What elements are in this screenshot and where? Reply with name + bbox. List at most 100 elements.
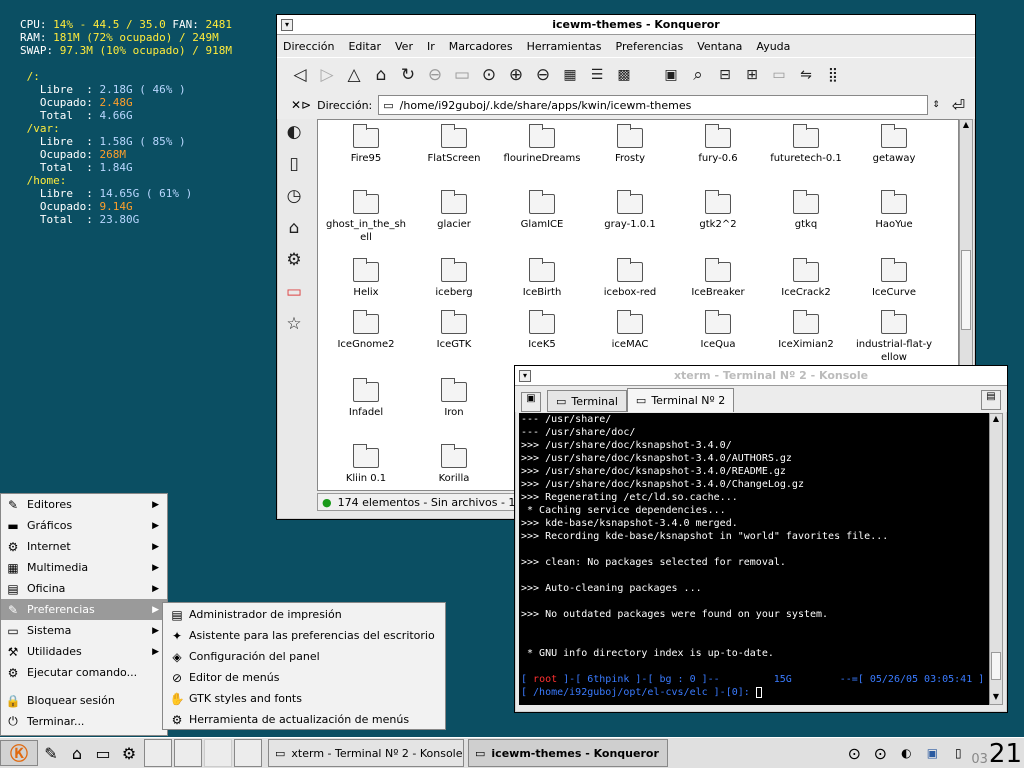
scroll-down-icon[interactable]: ▼ xyxy=(990,692,1002,704)
file-item[interactable]: IceGnome2 xyxy=(322,308,410,351)
desktop-4[interactable] xyxy=(234,739,262,767)
file-item[interactable]: futuretech-0.1 xyxy=(762,122,850,165)
file-item[interactable]: Infadel xyxy=(322,376,410,419)
scroll-up-icon[interactable]: ▲ xyxy=(960,120,972,132)
file-item[interactable]: Fire95 xyxy=(322,122,410,165)
submenu-item[interactable]: ◈ Configuración del panel xyxy=(163,646,445,667)
menu-ventana[interactable]: Ventana xyxy=(697,40,742,53)
file-item[interactable]: industrial-flat-yellow xyxy=(850,308,938,364)
desktop-1[interactable] xyxy=(144,739,172,767)
zoom-out-icon[interactable]: ⊖ xyxy=(532,64,554,86)
file-item[interactable]: glacier xyxy=(410,188,498,231)
find-icon[interactable]: ⌕ xyxy=(687,64,709,86)
menu-dirección[interactable]: Dirección xyxy=(283,40,334,53)
editor-launcher-icon[interactable]: ✎ xyxy=(38,740,64,766)
submenu-item[interactable]: ✦ Asistente para las preferencias del esc… xyxy=(163,625,445,646)
clock[interactable]: 03 21 xyxy=(971,739,1022,767)
home-icon[interactable]: ⌂ xyxy=(370,64,392,86)
target-icon[interactable]: ⊙ xyxy=(478,64,500,86)
file-item[interactable]: iceberg xyxy=(410,256,498,299)
browser-launcher-icon[interactable]: ⚙ xyxy=(116,740,142,766)
menu-editar[interactable]: Editar xyxy=(348,40,381,53)
start-menu-item-internet[interactable]: ⚙ Internet ▶ xyxy=(1,536,167,557)
file-item[interactable]: Helix xyxy=(322,256,410,299)
sidebar-trash-icon[interactable]: ▯ xyxy=(283,153,305,175)
print-icon[interactable]: ▭ xyxy=(451,64,473,86)
sidebar-bookmarks-icon[interactable]: ☆ xyxy=(283,313,305,335)
up-icon[interactable]: △ xyxy=(343,64,365,86)
forward-icon[interactable]: ▷ xyxy=(316,64,338,86)
close-session-icon[interactable]: ▤ xyxy=(981,390,1001,410)
start-button[interactable]: Ⓚ xyxy=(0,740,38,766)
start-menu-item-utilidades[interactable]: ⚒ Utilidades ▶ xyxy=(1,641,167,662)
new-session-icon[interactable]: ▣ xyxy=(521,392,541,412)
file-item[interactable]: HaoYue xyxy=(850,188,938,231)
start-menu-item-editores[interactable]: ✎ Editores ▶ xyxy=(1,494,167,515)
menu-ir[interactable]: Ir xyxy=(427,40,435,53)
tray-media-icon[interactable]: ⊙ xyxy=(867,740,893,766)
start-menu-item-multimedia[interactable]: ▦ Multimedia ▶ xyxy=(1,557,167,578)
sidebar-clock-icon[interactable]: ◷ xyxy=(283,185,305,207)
preview-icon[interactable]: ▩ xyxy=(613,64,635,86)
submenu-item[interactable]: ⊘ Editor de menús xyxy=(163,667,445,688)
sidebar-icon[interactable]: ▣ xyxy=(660,64,682,86)
home-launcher-icon[interactable]: ⌂ xyxy=(64,740,90,766)
file-item[interactable]: Korilla xyxy=(410,442,498,485)
split-horizontal-icon[interactable]: ⊟ xyxy=(714,64,736,86)
desktop-2[interactable] xyxy=(174,739,202,767)
submenu-item[interactable]: ⚙ Herramienta de actualización de menús xyxy=(163,709,445,730)
file-item[interactable]: IceK5 xyxy=(498,308,586,351)
file-item[interactable]: gtk2^2 xyxy=(674,188,762,231)
terminal-scrollbar[interactable]: ▲ ▼ xyxy=(989,413,1003,705)
tray-network-icon[interactable]: ▣ xyxy=(919,740,945,766)
address-dropdown-icon[interactable]: ⇕ xyxy=(932,100,940,110)
file-item[interactable]: flourineDreams xyxy=(498,122,586,165)
terminal-output[interactable]: --- /usr/share/ --- /usr/share/doc/ >>> /u… xyxy=(519,413,989,705)
sidebar-folder-icon[interactable]: ▭ xyxy=(283,281,305,303)
file-item[interactable]: IceBirth xyxy=(498,256,586,299)
file-item[interactable]: Frosty xyxy=(586,122,674,165)
scroll-thumb[interactable] xyxy=(961,250,971,330)
detail-view-icon[interactable]: ☰ xyxy=(586,64,608,86)
menu-marcadores[interactable]: Marcadores xyxy=(449,40,513,53)
start-menu-item-gráficos[interactable]: ▬ Gráficos ▶ xyxy=(1,515,167,536)
scroll-thumb[interactable] xyxy=(991,652,1001,680)
window-menu-button[interactable]: ▾ xyxy=(281,18,293,31)
file-item[interactable]: gtkq xyxy=(762,188,850,231)
start-menu-item-preferencias[interactable]: ✎ Preferencias ▶ xyxy=(1,599,167,620)
start-menu-item-sistema[interactable]: ▭ Sistema ▶ xyxy=(1,620,167,641)
tray-sound-icon[interactable]: ⊙ xyxy=(841,740,867,766)
menu-preferencias[interactable]: Preferencias xyxy=(616,40,684,53)
sidebar-network-icon[interactable]: ⚙ xyxy=(283,249,305,271)
desktop-3[interactable] xyxy=(204,739,232,767)
terminal-launcher-icon[interactable]: ▭ xyxy=(90,740,116,766)
tab-terminal[interactable]: ▭ Terminal xyxy=(547,390,627,412)
stop-icon[interactable]: ⊖ xyxy=(424,64,446,86)
file-item[interactable]: IceCurve xyxy=(850,256,938,299)
file-item[interactable]: icebox-red xyxy=(586,256,674,299)
file-item[interactable]: GlamICE xyxy=(498,188,586,231)
network-activity-icon[interactable]: ⇋ xyxy=(795,64,817,86)
konsole-titlebar[interactable]: ▾ xterm - Terminal Nº 2 - Konsole xyxy=(515,366,1007,386)
submenu-item[interactable]: ✋ GTK styles and fonts xyxy=(163,688,445,709)
file-item[interactable]: IceQua xyxy=(674,308,762,351)
start-menu-item-bloquear-sesión[interactable]: 🔒 Bloquear sesión xyxy=(1,690,167,711)
scroll-up-icon[interactable]: ▲ xyxy=(990,414,1002,426)
file-item[interactable]: IceBreaker xyxy=(674,256,762,299)
split-vertical-icon[interactable]: ⊞ xyxy=(741,64,763,86)
start-menu-item-terminar[interactable]: ⏻ Terminar... xyxy=(1,711,167,732)
file-item[interactable]: gray-1.0.1 xyxy=(586,188,674,231)
back-icon[interactable]: ◁ xyxy=(289,64,311,86)
file-item[interactable]: getaway xyxy=(850,122,938,165)
task-button[interactable]: ▭ xterm - Terminal Nº 2 - Konsole xyxy=(268,739,464,767)
prompt-input-line[interactable]: [ /home/i92guboj/opt/el-cvs/elc ]-[0]: xyxy=(521,686,987,699)
window-menu-button[interactable]: ▾ xyxy=(519,369,531,382)
tray-clipboard-icon[interactable]: ▯ xyxy=(945,740,971,766)
file-item[interactable]: IceXimian2 xyxy=(762,308,850,351)
sidebar-history-icon[interactable]: ◐ xyxy=(283,121,305,143)
tab-terminal-2[interactable]: ▭ Terminal Nº 2 xyxy=(626,388,735,412)
clear-address-icon[interactable]: ✕⊳ xyxy=(291,98,311,112)
file-item[interactable]: fury-0.6 xyxy=(674,122,762,165)
file-item[interactable]: IceCrack2 xyxy=(762,256,850,299)
file-item[interactable]: iceMAC xyxy=(586,308,674,351)
